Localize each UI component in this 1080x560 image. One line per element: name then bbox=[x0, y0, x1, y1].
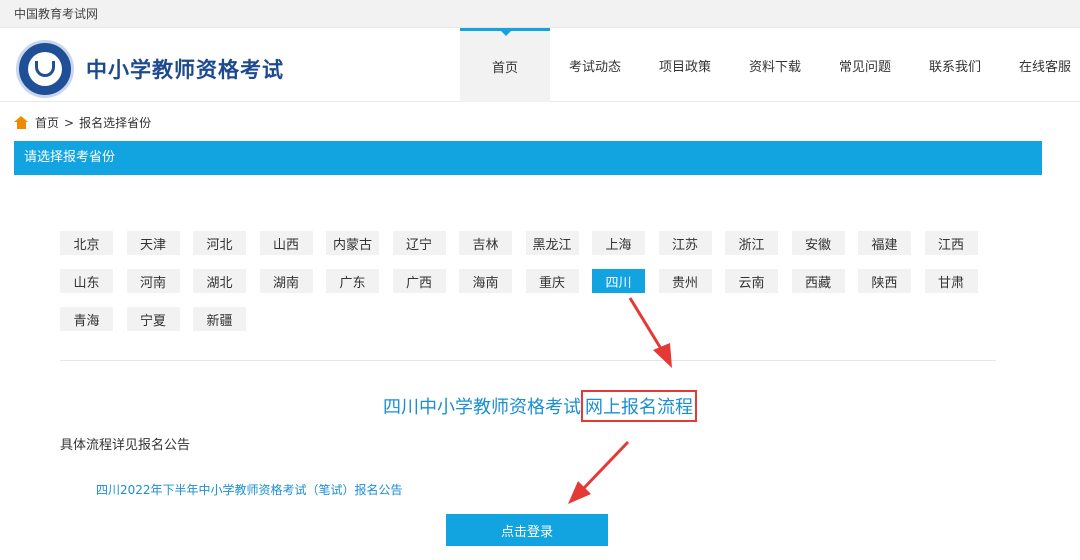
province-6[interactable]: 吉林 bbox=[459, 231, 512, 255]
province-13[interactable]: 江西 bbox=[924, 231, 978, 255]
flow-title-highlight: 网上报名流程 bbox=[581, 390, 697, 422]
nav-exam-news[interactable]: 考试动态 bbox=[550, 28, 640, 102]
province-2[interactable]: 河北 bbox=[193, 231, 246, 255]
province-9[interactable]: 江苏 bbox=[658, 231, 712, 255]
header: 中小学教师资格考试 首页 考试动态 项目政策 资料下载 常见问题 联系我们 在线… bbox=[0, 28, 1080, 102]
arrow-2-line bbox=[582, 440, 630, 490]
province-22[interactable]: 四川 bbox=[592, 269, 645, 293]
arrow-2-head bbox=[568, 481, 591, 504]
province-list: 北京 天津 河北 山西 内蒙古 辽宁 吉林 黑龙江 上海 江苏 浙江 安徽 福建 江西山东 河南 湖北 湖南 广东… bbox=[60, 231, 1000, 345]
nav-faq[interactable]: 常见问题 bbox=[820, 28, 910, 102]
province-24[interactable]: 云南 bbox=[725, 269, 778, 293]
book-icon bbox=[35, 61, 55, 77]
province-30[interactable]: 新疆 bbox=[193, 307, 246, 331]
nav-online-service[interactable]: 在线客服 bbox=[1000, 28, 1080, 102]
breadcrumb-separator: > bbox=[64, 115, 75, 130]
section-title-bar: 请选择报考省份 bbox=[14, 141, 1042, 175]
breadcrumb-current: 报名选择省份 bbox=[79, 116, 152, 130]
province-12[interactable]: 福建 bbox=[858, 231, 911, 255]
breadcrumb: 首页 > 报名选择省份 bbox=[14, 114, 151, 131]
province-8[interactable]: 上海 bbox=[592, 231, 645, 255]
province-10[interactable]: 浙江 bbox=[725, 231, 778, 255]
login-button[interactable]: 点击登录 bbox=[446, 514, 608, 546]
detail-text: 具体流程详见报名公告 bbox=[60, 438, 191, 453]
province-11[interactable]: 安徽 bbox=[791, 231, 845, 255]
province-21[interactable]: 重庆 bbox=[525, 269, 579, 293]
province-15[interactable]: 河南 bbox=[126, 269, 180, 293]
arrow-1-head bbox=[653, 343, 672, 368]
province-19[interactable]: 广西 bbox=[392, 269, 446, 293]
province-17[interactable]: 湖南 bbox=[259, 269, 313, 293]
main-nav: 首页 考试动态 项目政策 资料下载 常见问题 联系我们 在线客服 bbox=[460, 28, 1080, 102]
nav-policy[interactable]: 项目政策 bbox=[640, 28, 730, 102]
province-16[interactable]: 湖北 bbox=[193, 269, 246, 293]
province-26[interactable]: 陕西 bbox=[858, 269, 911, 293]
province-0[interactable]: 北京 bbox=[60, 231, 113, 255]
logo-inner bbox=[28, 52, 62, 86]
province-25[interactable]: 西藏 bbox=[791, 269, 845, 293]
province-28[interactable]: 青海 bbox=[60, 307, 113, 331]
brand-title[interactable]: 中小学教师资格考试 bbox=[86, 54, 284, 84]
nav-downloads[interactable]: 资料下载 bbox=[730, 28, 820, 102]
province-14[interactable]: 山东 bbox=[60, 269, 113, 293]
province-5[interactable]: 辽宁 bbox=[392, 231, 446, 255]
province-18[interactable]: 广东 bbox=[326, 269, 379, 293]
province-1[interactable]: 天津 bbox=[126, 231, 180, 255]
province-29[interactable]: 宁夏 bbox=[126, 307, 180, 331]
province-23[interactable]: 贵州 bbox=[658, 269, 712, 293]
breadcrumb-home[interactable]: 首页 bbox=[35, 114, 59, 131]
home-icon bbox=[14, 116, 29, 129]
top-bar: 中国教育考试网 bbox=[0, 0, 1080, 28]
divider bbox=[60, 360, 996, 361]
logo-icon[interactable] bbox=[16, 40, 74, 98]
announcement-link[interactable]: 四川2022年下半年中小学教师资格考试（笔试）报名公告 bbox=[96, 481, 403, 498]
province-3[interactable]: 山西 bbox=[259, 231, 313, 255]
province-20[interactable]: 海南 bbox=[459, 269, 512, 293]
nav-home[interactable]: 首页 bbox=[460, 28, 550, 102]
province-7[interactable]: 黑龙江 bbox=[525, 231, 579, 255]
province-27[interactable]: 甘肃 bbox=[924, 269, 978, 293]
site-name[interactable]: 中国教育考试网 bbox=[14, 5, 98, 22]
flow-title: 四川中小学教师资格考试 网上报名流程 bbox=[0, 390, 1080, 422]
province-4[interactable]: 内蒙古 bbox=[326, 231, 379, 255]
nav-contact[interactable]: 联系我们 bbox=[910, 28, 1000, 102]
flow-title-prefix: 四川中小学教师资格考试 bbox=[383, 397, 581, 418]
